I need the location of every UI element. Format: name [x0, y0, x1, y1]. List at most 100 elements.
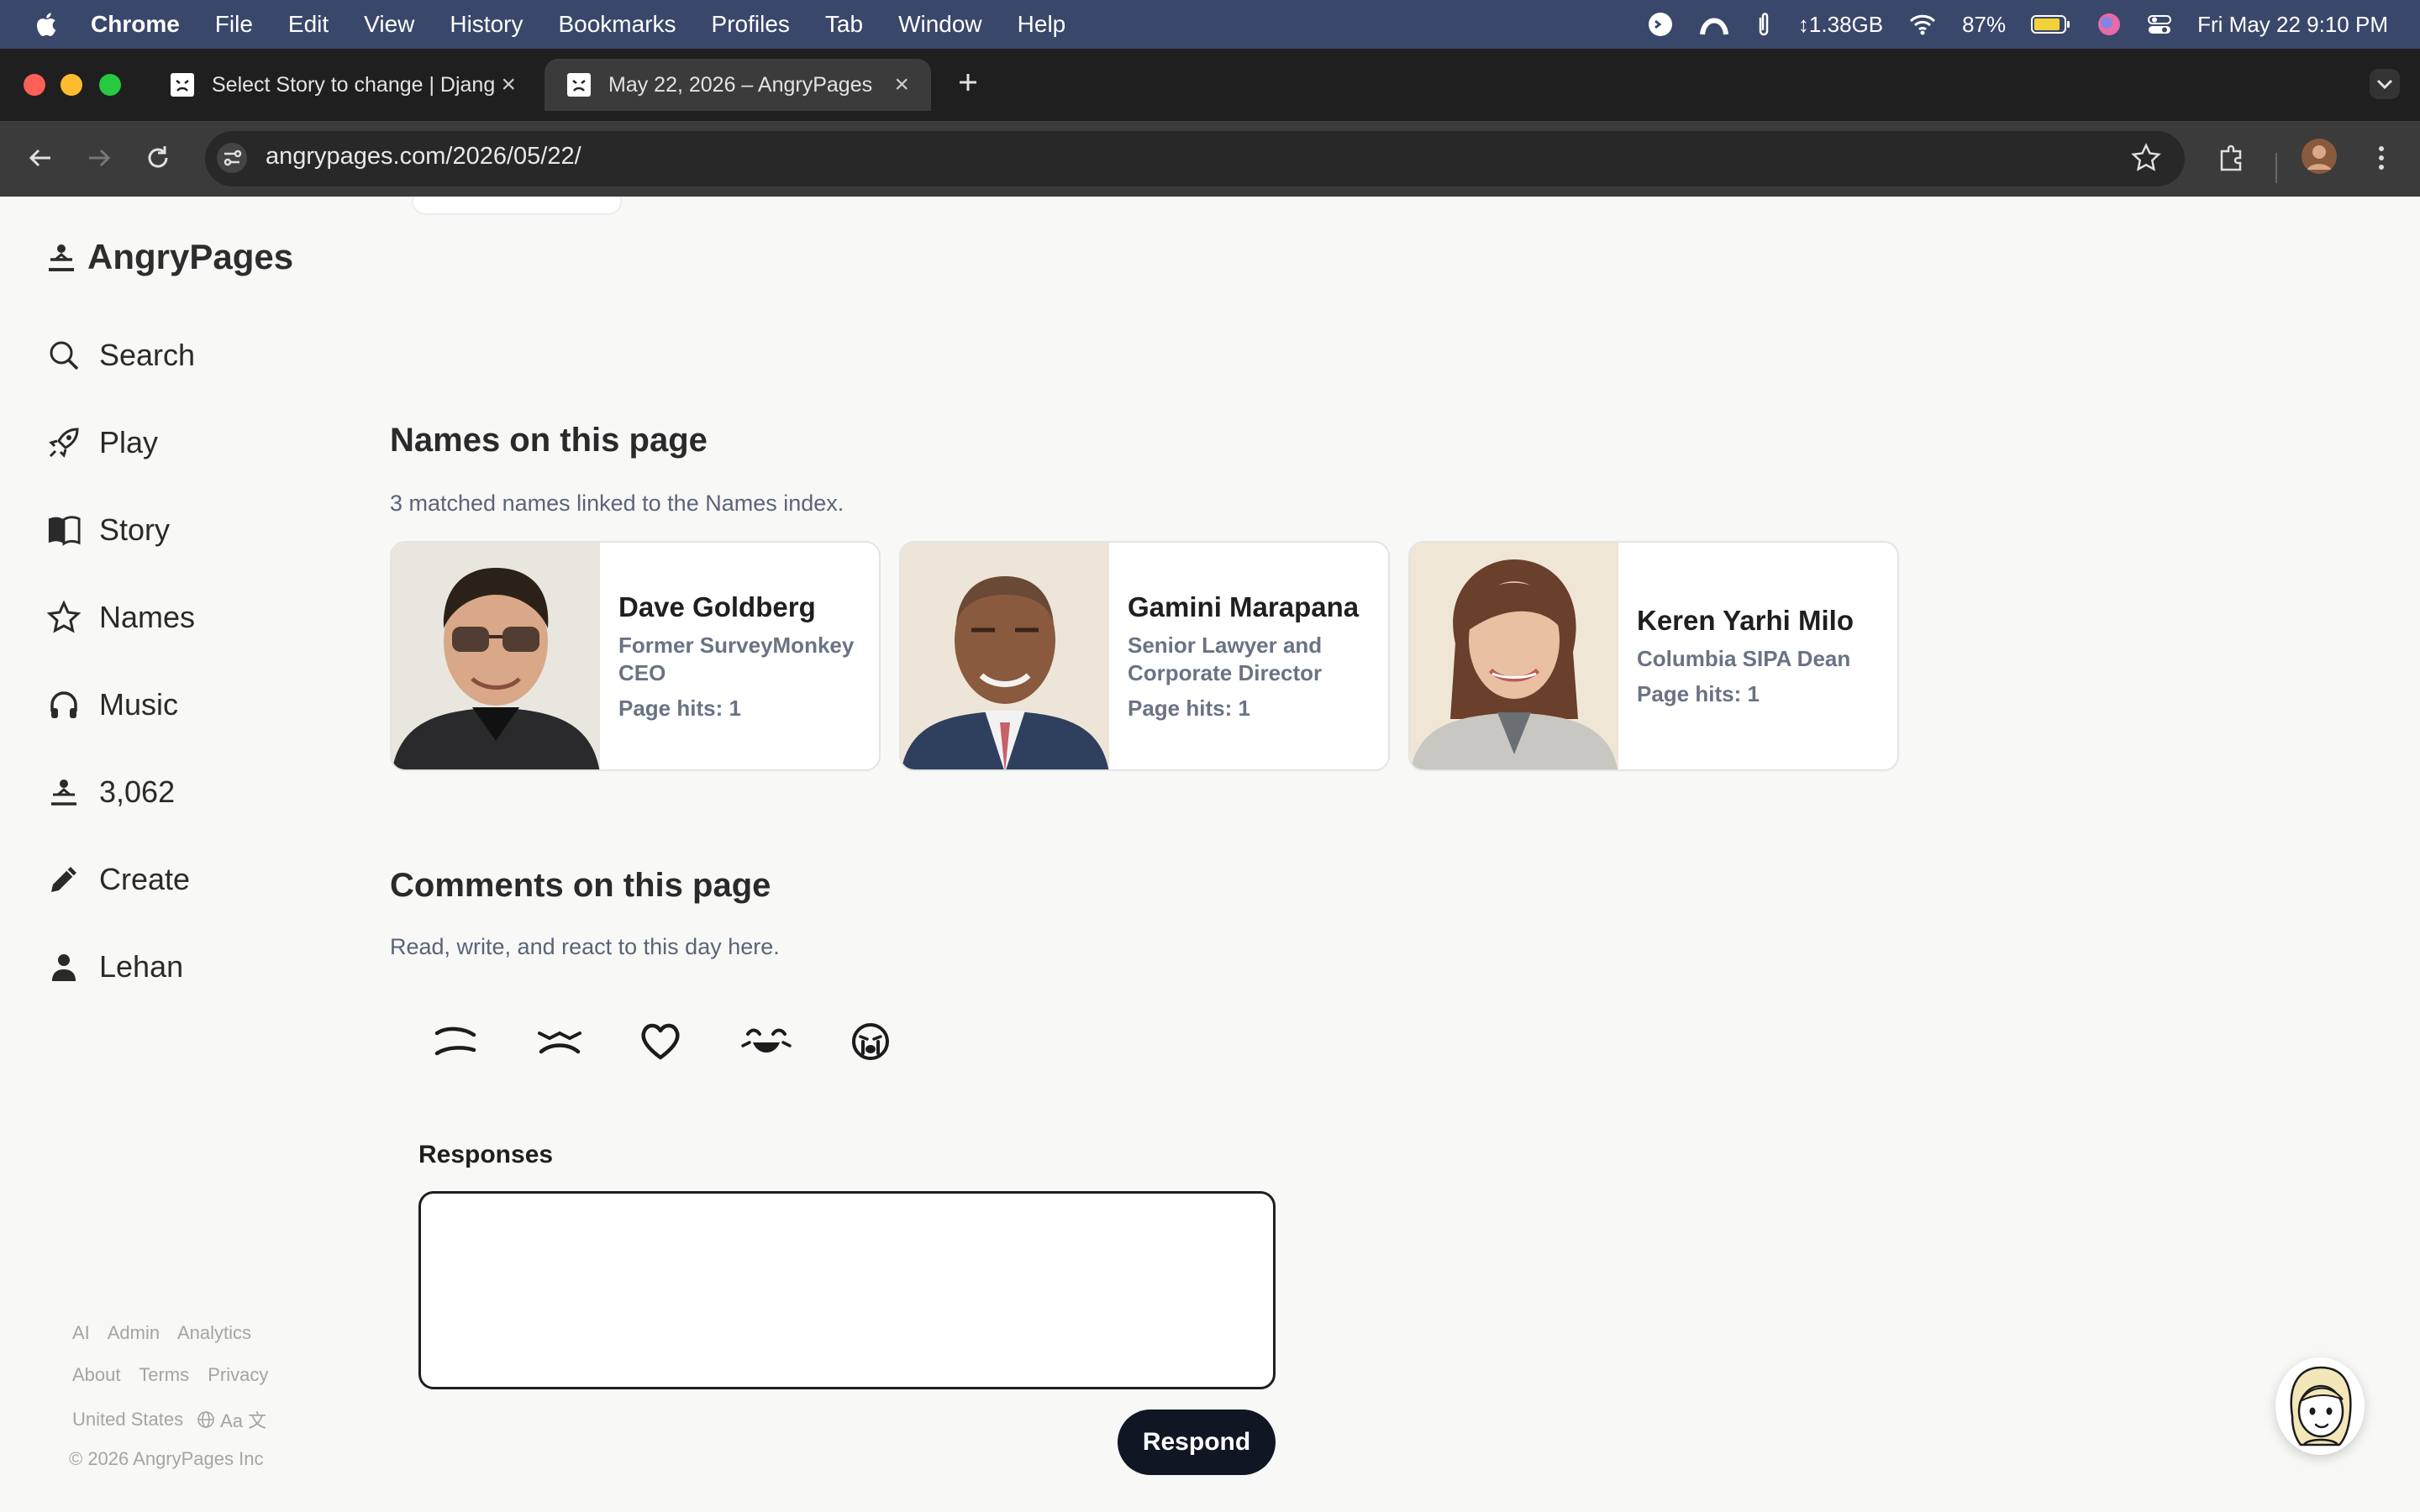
new-tab-icon[interactable] — [953, 67, 983, 97]
name-card-info: Dave Goldberg Former SurveyMonkey CEO Pag… — [618, 543, 867, 769]
footer-link-admin[interactable]: Admin — [108, 1322, 160, 1343]
name-card-name[interactable]: Gamini Marapana — [1128, 591, 1376, 623]
star-icon — [47, 601, 81, 634]
menu-help[interactable]: Help — [1018, 11, 1066, 38]
sidebar-item-play[interactable]: Play — [47, 425, 158, 460]
name-card-info: Gamini Marapana Senior Lawyer and Corpora… — [1128, 543, 1376, 769]
brand-logo[interactable]: AngryPages — [47, 237, 293, 277]
menu-profiles[interactable]: Profiles — [712, 11, 790, 38]
respond-button[interactable]: Respond — [1118, 1410, 1276, 1475]
back-icon[interactable] — [24, 141, 57, 175]
name-card-dave-goldberg[interactable]: Dave Goldberg Former SurveyMonkey CEO Pag… — [390, 541, 881, 771]
name-card-role: Senior Lawyer and Corporate Director — [1128, 632, 1323, 685]
sidebar-item-label: Music — [99, 687, 179, 722]
apple-icon[interactable] — [34, 11, 57, 38]
rocket-icon — [47, 426, 81, 459]
menu-history[interactable]: History — [450, 11, 523, 38]
sidebar-item-music[interactable]: Music — [47, 687, 178, 722]
name-card-name[interactable]: Keren Yarhi Milo — [1637, 605, 1886, 637]
sidebar-item-story[interactable]: Story — [47, 512, 170, 548]
sidebar-item-names[interactable]: Names — [47, 600, 195, 635]
battery-percent[interactable]: 87% — [1962, 12, 2006, 38]
sidebar-item-label: Create — [99, 862, 191, 896]
tab-angrypages[interactable]: May 22, 2026 – AngryPages × — [544, 59, 931, 111]
footer-links-row-2: About Terms Privacy — [72, 1364, 281, 1386]
menu-app-name[interactable]: Chrome — [91, 11, 180, 38]
portrait-photo — [1410, 543, 1618, 769]
portrait-photo — [392, 543, 600, 769]
extensions-icon[interactable] — [2215, 139, 2250, 175]
frown-reaction-icon[interactable] — [430, 1016, 481, 1067]
close-tab-icon[interactable]: × — [501, 71, 516, 99]
siri-icon[interactable] — [2096, 12, 2122, 37]
name-card-hits: Page hits: 1 — [618, 695, 741, 721]
sidebar-item-label: Lehan — [99, 949, 184, 984]
headphones-icon — [47, 688, 81, 722]
pencil-icon — [47, 863, 81, 896]
wifi-icon[interactable] — [1908, 13, 1937, 36]
bookmark-star-icon[interactable] — [2129, 141, 2163, 175]
window-zoom-button[interactable] — [99, 74, 121, 96]
profile-avatar[interactable] — [2301, 138, 2338, 175]
names-section-title: Names on this page — [390, 422, 708, 459]
tab-title: Select Story to change | Djang — [212, 72, 496, 97]
scrolled-element-edge — [412, 197, 622, 215]
site-settings-icon[interactable] — [215, 141, 249, 175]
footer-link-ai[interactable]: AI — [72, 1322, 90, 1343]
footer-region[interactable]: United States — [72, 1409, 183, 1431]
footer-copyright: © 2026 AngryPages Inc — [69, 1448, 264, 1469]
assistant-avatar-button[interactable] — [2275, 1357, 2365, 1455]
footer-link-analytics[interactable]: Analytics — [177, 1322, 251, 1343]
footer-links-row-1: AI Admin Analytics — [72, 1322, 265, 1344]
name-card-hits: Page hits: 1 — [1637, 681, 1760, 706]
window-close-button[interactable] — [24, 74, 45, 96]
comments-section-title: Comments on this page — [390, 867, 771, 904]
url-text[interactable]: angrypages.com/2026/05/22/ — [266, 143, 581, 171]
menu-tab[interactable]: Tab — [825, 11, 863, 38]
terminal-status-icon[interactable] — [1647, 11, 1674, 38]
footer-link-terms[interactable]: Terms — [139, 1364, 189, 1385]
toolbar-divider — [2275, 153, 2277, 183]
forward-icon[interactable] — [82, 141, 116, 175]
cry-reaction-icon[interactable] — [845, 1016, 896, 1067]
footer-language[interactable]: Aa 文 — [220, 1406, 266, 1433]
control-center-icon[interactable] — [2147, 12, 2172, 37]
globe-icon — [197, 1411, 214, 1428]
book-icon — [47, 513, 81, 547]
squint-reaction-icon[interactable] — [534, 1016, 585, 1067]
footer-link-about[interactable]: About — [72, 1364, 121, 1385]
name-card-gamini-marapana[interactable]: Gamini Marapana Senior Lawyer and Corpora… — [899, 541, 1390, 771]
footer-link-privacy[interactable]: Privacy — [208, 1364, 268, 1385]
menu-file[interactable]: File — [215, 11, 253, 38]
tab-search-icon[interactable] — [2368, 67, 2402, 101]
clock[interactable]: Fri May 22 9:10 PM — [2197, 12, 2388, 38]
sidebar-item-angry-count[interactable]: 3,062 — [47, 774, 175, 810]
heart-reaction-icon[interactable] — [635, 1016, 686, 1067]
menu-edit[interactable]: Edit — [288, 11, 329, 38]
name-card-name[interactable]: Dave Goldberg — [618, 591, 867, 623]
menu-view[interactable]: View — [364, 11, 414, 38]
battery-icon[interactable] — [2031, 14, 2071, 34]
tab-django-admin[interactable]: Select Story to change | Djang × — [148, 59, 538, 111]
angrypages-favicon-icon — [567, 73, 591, 97]
close-tab-icon[interactable]: × — [894, 71, 909, 99]
sidebar-item-label: Play — [99, 425, 159, 459]
sidebar-item-profile[interactable]: Lehan — [47, 949, 183, 984]
paperclip-icon[interactable] — [1754, 11, 1773, 38]
chrome-menu-icon[interactable] — [2366, 141, 2396, 175]
sidebar-item-create[interactable]: Create — [47, 862, 190, 897]
name-card-hits: Page hits: 1 — [1128, 695, 1250, 721]
angry-face-logo-icon — [49, 244, 74, 271]
window-minimize-button[interactable] — [60, 74, 82, 96]
response-textarea[interactable] — [418, 1191, 1276, 1389]
name-card-keren-yarhi-milo[interactable]: Keren Yarhi Milo Columbia SIPA Dean Page… — [1408, 541, 1899, 771]
laugh-reaction-icon[interactable] — [741, 1016, 792, 1067]
arc-status-icon[interactable] — [1699, 11, 1729, 38]
sidebar-item-search[interactable]: Search — [47, 338, 195, 373]
reload-icon[interactable] — [141, 141, 175, 175]
menu-window[interactable]: Window — [898, 11, 982, 38]
menu-bookmarks[interactable]: Bookmarks — [558, 11, 676, 38]
memory-readout[interactable]: ↕1.38GB — [1798, 12, 1883, 38]
angry-face-icon — [47, 775, 81, 809]
responses-label: Responses — [418, 1141, 554, 1168]
